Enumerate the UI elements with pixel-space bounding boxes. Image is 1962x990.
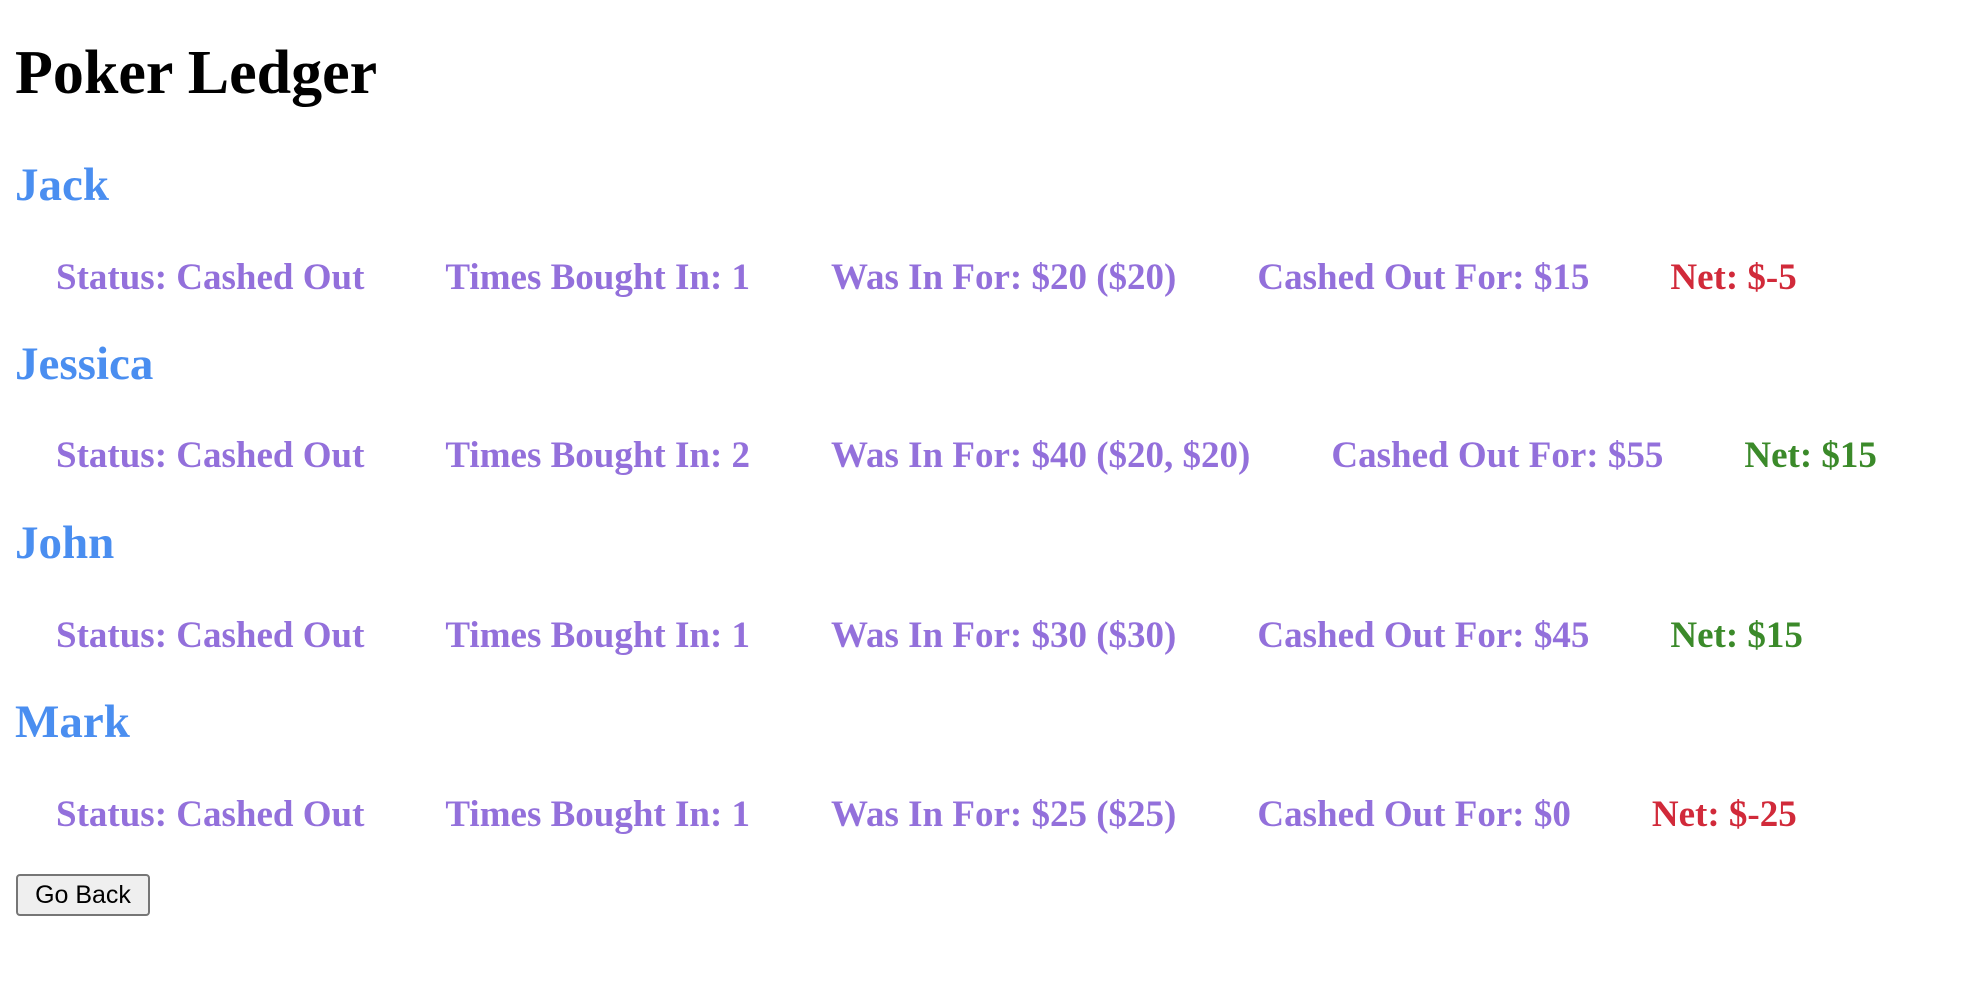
player-net: Net: $15 xyxy=(1744,435,1877,476)
player-stats-row-jessica: Status: Cashed Out Times Bought In: 2 Wa… xyxy=(56,434,1877,478)
player-name-john: John xyxy=(15,517,115,569)
player-cashed-out-for: Cashed Out For: $15 xyxy=(1257,257,1590,298)
player-net: Net: $-5 xyxy=(1670,257,1797,298)
player-stats-row-mark: Status: Cashed Out Times Bought In: 1 Wa… xyxy=(56,793,1797,837)
player-was-in-for: Was In For: $25 ($25) xyxy=(831,794,1177,835)
player-was-in-for: Was In For: $30 ($30) xyxy=(831,615,1177,656)
player-stats-row-john: Status: Cashed Out Times Bought In: 1 Wa… xyxy=(56,614,1803,658)
player-times-bought-in: Times Bought In: 1 xyxy=(445,794,751,835)
player-cashed-out-for: Cashed Out For: $55 xyxy=(1331,435,1664,476)
player-was-in-for: Was In For: $40 ($20, $20) xyxy=(831,435,1251,476)
player-times-bought-in: Times Bought In: 1 xyxy=(445,257,751,298)
player-status: Status: Cashed Out xyxy=(56,615,365,656)
player-cashed-out-for: Cashed Out For: $0 xyxy=(1257,794,1571,835)
poker-ledger-page: Poker Ledger Jack Status: Cashed Out Tim… xyxy=(0,0,1962,990)
player-times-bought-in: Times Bought In: 2 xyxy=(445,435,751,476)
player-net: Net: $-25 xyxy=(1651,794,1797,835)
player-name-jack: Jack xyxy=(15,159,109,211)
player-cashed-out-for: Cashed Out For: $45 xyxy=(1257,615,1590,656)
player-name-mark: Mark xyxy=(15,696,130,748)
player-status: Status: Cashed Out xyxy=(56,794,365,835)
page-title: Poker Ledger xyxy=(15,39,378,107)
player-times-bought-in: Times Bought In: 1 xyxy=(445,615,751,656)
player-name-jessica: Jessica xyxy=(15,338,154,390)
player-stats-row-jack: Status: Cashed Out Times Bought In: 1 Wa… xyxy=(56,256,1797,300)
go-back-button[interactable]: Go Back xyxy=(16,874,150,916)
player-status: Status: Cashed Out xyxy=(56,435,365,476)
player-status: Status: Cashed Out xyxy=(56,257,365,298)
player-was-in-for: Was In For: $20 ($20) xyxy=(831,257,1177,298)
player-net: Net: $15 xyxy=(1670,615,1803,656)
